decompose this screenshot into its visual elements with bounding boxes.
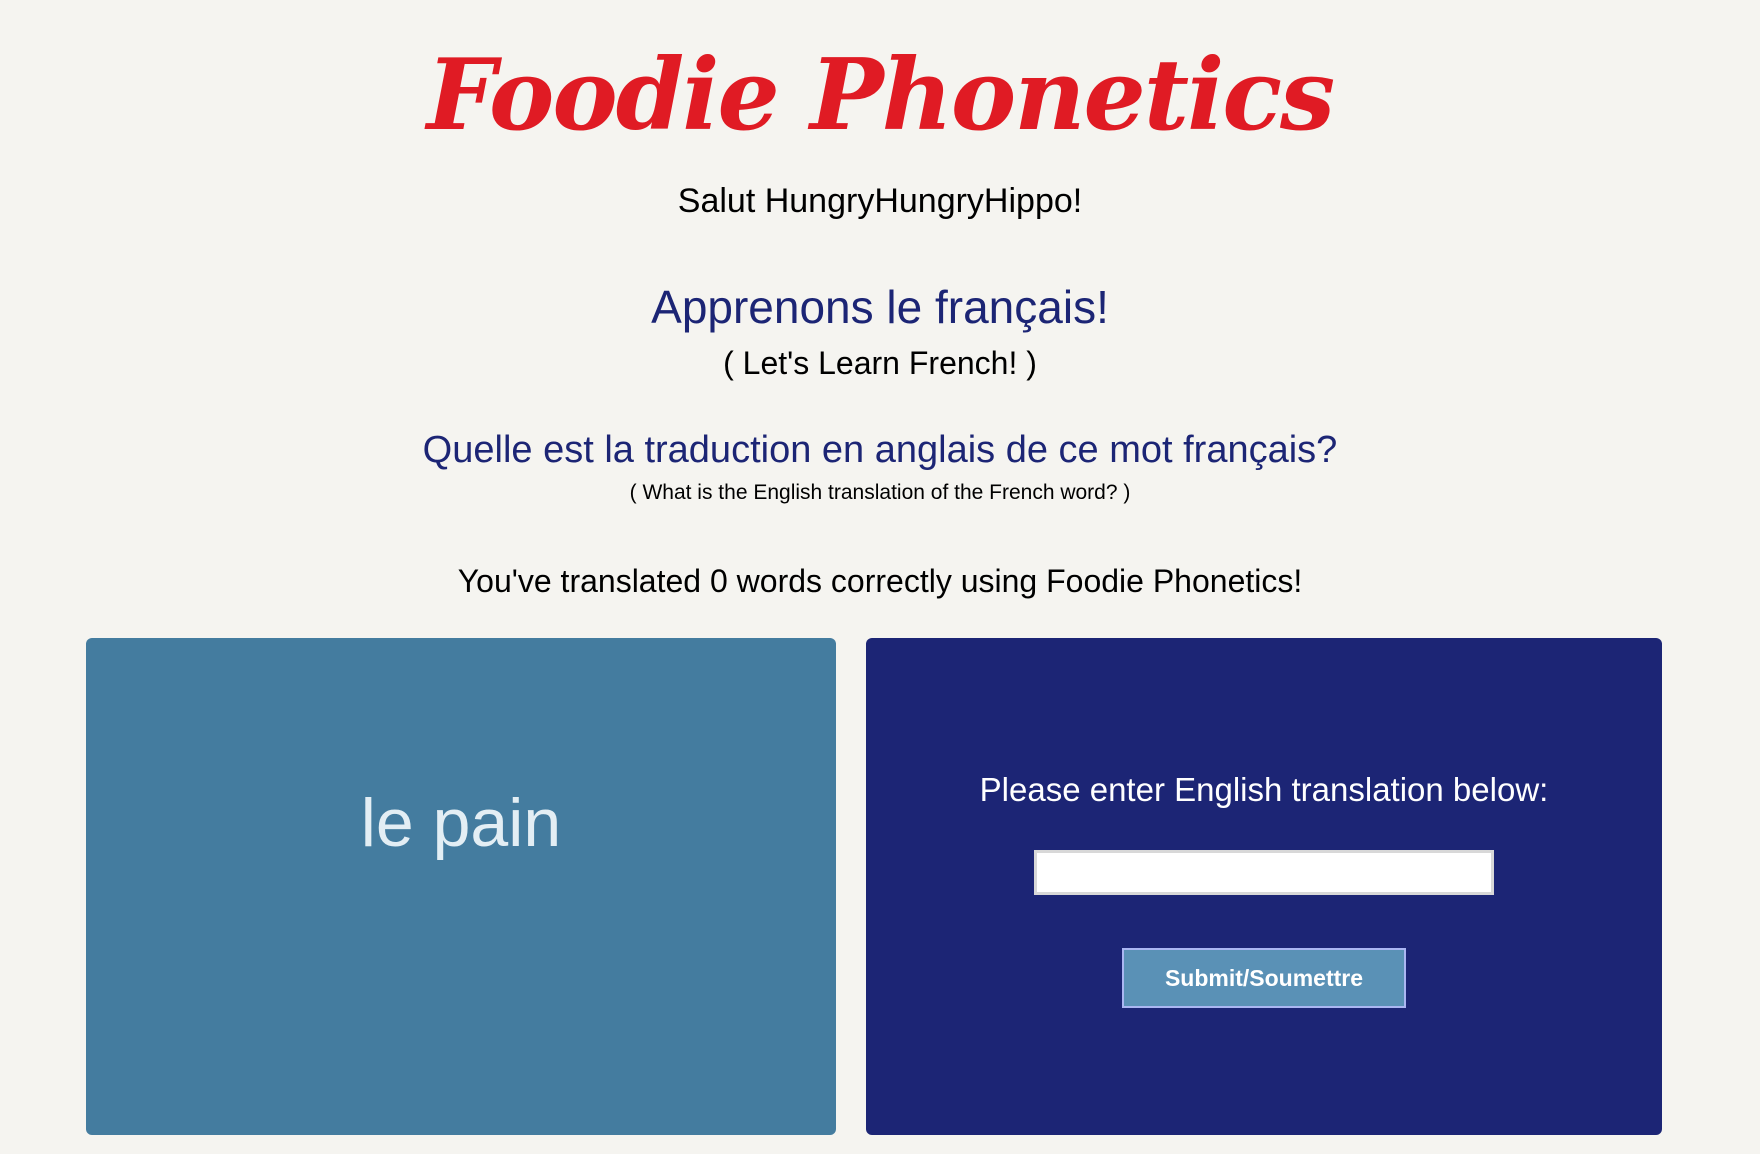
question-english: ( What is the English translation of the…	[629, 481, 1131, 504]
greeting: Salut HungryHungryHippo!	[677, 182, 1083, 220]
question-french: Quelle est la traduction en anglais de c…	[422, 429, 1338, 471]
submit-button[interactable]: Submit/Soumettre	[1122, 948, 1406, 1008]
answer-card: Please enter English translation below: …	[866, 638, 1662, 1135]
french-word-card: le pain	[86, 638, 836, 1135]
progress-text: You've translated 0 words correctly usin…	[457, 563, 1303, 599]
translation-input[interactable]	[1034, 850, 1494, 895]
french-word: le pain	[360, 785, 562, 861]
translation-prompt: Please enter English translation below:	[979, 771, 1549, 808]
heading-french: Apprenons le français!	[651, 281, 1109, 333]
heading-english: ( Let's Learn French! )	[723, 345, 1037, 381]
logo: Foodie Phonetics	[426, 38, 1335, 153]
